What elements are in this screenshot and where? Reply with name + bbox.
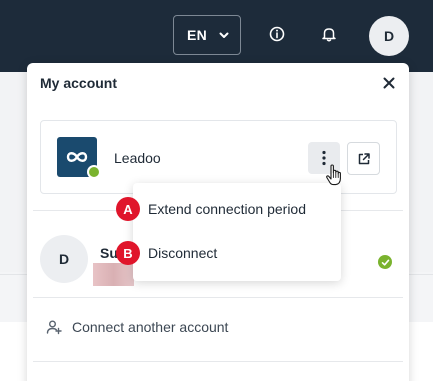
infinity-logo-icon — [66, 152, 88, 162]
close-icon[interactable] — [382, 76, 396, 90]
step-badge-a: A — [116, 197, 140, 221]
top-navigation-bar: EN D — [0, 0, 433, 72]
active-status-icon — [378, 255, 392, 269]
extend-connection-period-menu-item[interactable]: Extend connection period — [148, 201, 306, 217]
hand-cursor-icon — [326, 164, 341, 186]
connected-status-icon — [87, 165, 101, 179]
open-external-button[interactable] — [347, 142, 380, 175]
account-avatar: D — [40, 235, 88, 283]
redacted-text-block — [93, 263, 134, 286]
check-icon — [381, 259, 389, 266]
connect-another-account-label: Connect another account — [72, 319, 229, 335]
section-divider — [33, 361, 403, 362]
connect-another-account-button[interactable]: Connect another account — [46, 319, 228, 335]
external-link-icon — [358, 152, 370, 164]
user-avatar-initial: D — [383, 28, 395, 44]
account-avatar-initial: D — [58, 251, 70, 267]
panel-title: My account — [40, 75, 118, 91]
step-badge-b: B — [116, 241, 140, 265]
chevron-down-icon — [219, 32, 229, 38]
language-value: EN — [187, 27, 208, 43]
info-icon[interactable] — [268, 25, 286, 43]
section-divider — [33, 297, 403, 298]
account-options-menu: Extend connection period Disconnect — [133, 183, 341, 281]
language-select[interactable]: EN — [173, 15, 241, 55]
user-avatar-button[interactable]: D — [369, 16, 409, 56]
add-user-icon — [46, 320, 62, 335]
disconnect-menu-item[interactable]: Disconnect — [148, 245, 217, 261]
bell-icon[interactable] — [320, 25, 338, 43]
account-name: Leadoo — [114, 150, 161, 166]
